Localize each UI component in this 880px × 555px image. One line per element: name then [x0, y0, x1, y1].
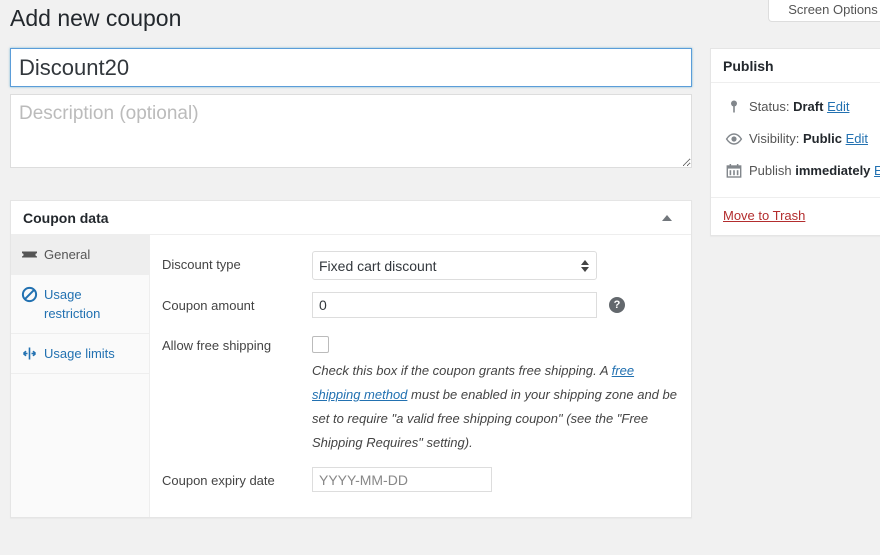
publish-schedule-label: Publish	[749, 163, 792, 178]
question-mark-icon[interactable]: ?	[609, 297, 625, 313]
post-status-row: Status: Draft Edit	[721, 91, 880, 123]
post-body-content	[10, 48, 692, 168]
post-status-label: Status:	[749, 99, 789, 114]
discount-type-row: Discount type Fixed cart discount	[150, 245, 692, 286]
edit-schedule-link[interactable]: Edit	[874, 163, 880, 178]
page-title: Add new coupon	[10, 4, 181, 33]
screen-options-label: Screen Options	[788, 2, 878, 17]
publish-schedule-row: Publish immediately Edit	[721, 155, 880, 187]
coupon-data-header[interactable]: Coupon data	[11, 201, 691, 235]
coupon-expiry-input[interactable]	[312, 467, 492, 492]
publish-metabox: Publish Status: Draft Edit Visibility:	[710, 48, 880, 236]
chevron-up-icon[interactable]	[653, 201, 681, 234]
publish-schedule-value: immediately	[795, 163, 870, 178]
coupon-data-panel-wrap: General Usage restriction	[11, 235, 691, 517]
major-publishing-actions: Move to Trash	[711, 197, 880, 235]
tab-general[interactable]: General	[11, 235, 149, 275]
coupon-amount-label: Coupon amount	[162, 292, 312, 320]
ticket-icon	[21, 246, 38, 263]
tab-usage-limits-label: Usage limits	[44, 346, 115, 361]
allow-free-shipping-checkbox[interactable]	[312, 336, 329, 353]
coupon-data-title: Coupon data	[23, 210, 109, 226]
coupon-expiry-label: Coupon expiry date	[162, 467, 312, 495]
tab-general-label: General	[44, 247, 90, 262]
screen-options-tab[interactable]: Screen Options	[768, 0, 880, 22]
coupon-description-textarea[interactable]	[10, 94, 692, 168]
calendar-icon	[725, 162, 743, 180]
coupon-expiry-row: Coupon expiry date	[150, 461, 692, 501]
eye-icon	[725, 130, 743, 148]
tab-usage-restriction[interactable]: Usage restriction	[11, 275, 149, 334]
visibility-value: Public	[803, 131, 842, 146]
publish-title: Publish	[723, 58, 774, 74]
limits-icon	[21, 345, 38, 362]
coupon-data-tabs: General Usage restriction	[11, 235, 150, 517]
move-to-trash-link[interactable]: Move to Trash	[723, 208, 805, 223]
visibility-row: Visibility: Public Edit	[721, 123, 880, 155]
coupon-general-panel: Discount type Fixed cart discount Coupon…	[150, 235, 692, 517]
publish-header: Publish	[711, 49, 880, 83]
tab-usage-restriction-link[interactable]: Usage restriction	[11, 275, 149, 333]
discount-type-label: Discount type	[162, 251, 312, 279]
tab-usage-restriction-label: Usage restriction	[44, 287, 100, 321]
coupon-amount-row: Coupon amount ?	[150, 286, 692, 326]
block-icon	[21, 286, 38, 303]
free-shipping-desc-part1: Check this box if the coupon grants free…	[312, 363, 612, 378]
edit-status-link[interactable]: Edit	[827, 99, 849, 114]
visibility-label: Visibility:	[749, 131, 799, 146]
edit-visibility-link[interactable]: Edit	[846, 131, 868, 146]
allow-free-shipping-label: Allow free shipping	[162, 332, 312, 360]
post-status-pin-icon	[725, 98, 743, 116]
minor-publishing-actions: Status: Draft Edit Visibility: Public Ed…	[711, 83, 880, 197]
post-status-value: Draft	[793, 99, 823, 114]
allow-free-shipping-description: Check this box if the coupon grants free…	[312, 359, 680, 455]
coupon-data-metabox: Coupon data General	[10, 200, 692, 518]
tab-usage-limits[interactable]: Usage limits	[11, 334, 149, 374]
coupon-code-input[interactable]	[10, 48, 692, 87]
discount-type-select[interactable]: Fixed cart discount	[312, 251, 597, 280]
allow-free-shipping-row: Allow free shipping Check this box if th…	[150, 326, 692, 461]
coupon-amount-input[interactable]	[312, 292, 597, 318]
